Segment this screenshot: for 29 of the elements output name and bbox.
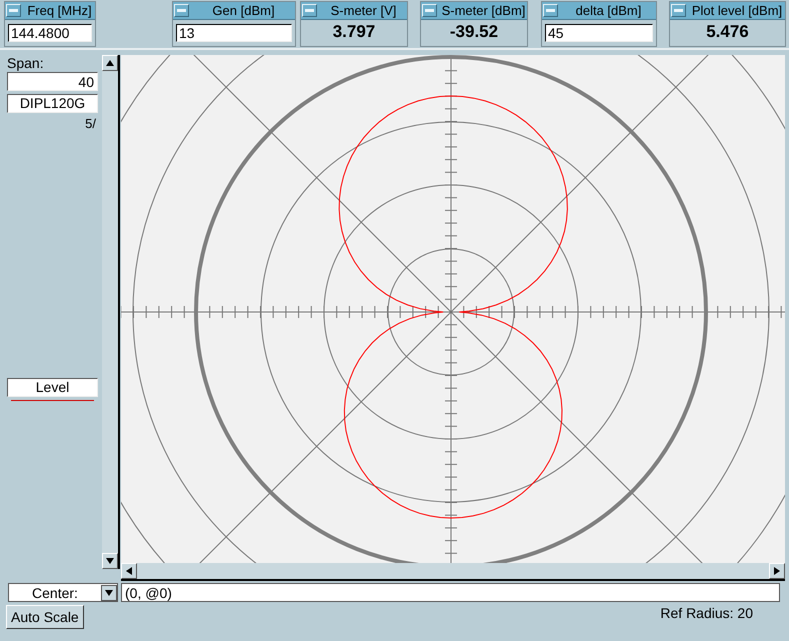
widget-title: Plot level [dBm]	[690, 3, 784, 18]
vertical-scrollbar[interactable]	[102, 55, 120, 569]
antenna-name: DIPL120G	[7, 94, 98, 113]
collapse-button[interactable]	[6, 4, 21, 17]
horizontal-scrollbar[interactable]	[121, 563, 785, 581]
level-button[interactable]: Level	[7, 378, 98, 397]
auto-scale-button[interactable]: Auto Scale	[6, 605, 84, 629]
value-field[interactable]: 144.4800	[8, 24, 92, 42]
widget-title: S-meter [dBm]	[440, 3, 526, 18]
value-field[interactable]: 13	[176, 24, 292, 42]
widget-title: S-meter [V]	[330, 3, 398, 18]
scale-note: 5/	[84, 116, 97, 131]
readout-value: 5.476	[705, 22, 750, 42]
span-label: Span:	[7, 55, 45, 72]
collapse-button[interactable]	[422, 4, 437, 17]
widget-title: Gen [dBm]	[211, 2, 276, 18]
center-field[interactable]: (0, @0)	[121, 583, 780, 602]
widget-title: Freq [MHz]	[26, 2, 93, 18]
readout-value: 3.797	[332, 22, 376, 42]
collapse-button[interactable]	[543, 4, 558, 17]
span-field[interactable]: 40	[7, 72, 98, 91]
collapse-button[interactable]	[671, 4, 686, 17]
collapse-button[interactable]	[174, 4, 189, 17]
value-field[interactable]: 45	[545, 24, 653, 42]
readout-value: -39.52	[448, 22, 500, 42]
widget-title: delta [dBm]	[574, 2, 642, 18]
ref-radius-label: Ref Radius: 20	[660, 605, 753, 621]
collapse-button[interactable]	[302, 4, 317, 17]
center-dropdown[interactable]: Center:	[8, 583, 118, 602]
